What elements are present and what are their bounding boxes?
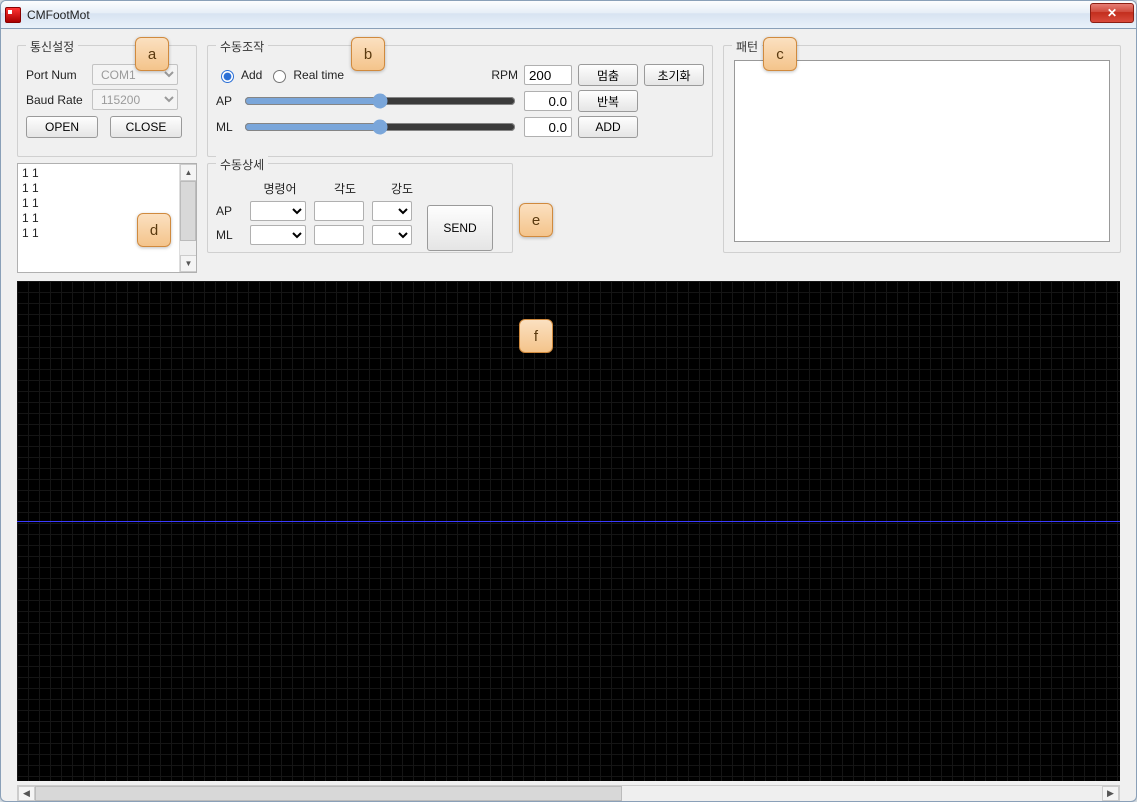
ml-value[interactable]: [524, 117, 572, 137]
open-button[interactable]: OPEN: [26, 116, 98, 138]
stop-button[interactable]: 멈춤: [578, 64, 638, 86]
baud-label: Baud Rate: [26, 93, 86, 107]
ap-cmd-combo[interactable]: [250, 201, 306, 221]
group-pattern: 패턴: [723, 45, 1121, 253]
ml-strength-combo[interactable]: [372, 225, 412, 245]
mode-realtime-radio[interactable]: [273, 70, 286, 83]
detail-ap-label: AP: [216, 204, 242, 218]
group-comm-settings: 통신설정 Port Num COM1 Baud Rate 115200 OPEN…: [17, 45, 197, 157]
reset-button[interactable]: 초기화: [644, 64, 704, 86]
scroll-thumb[interactable]: [180, 181, 196, 241]
mode-add-radio[interactable]: [221, 70, 234, 83]
close-button[interactable]: CLOSE: [110, 116, 182, 138]
ml-slider-label: ML: [216, 120, 236, 134]
hdr-cmd: 명령어: [252, 180, 308, 197]
hdr-angle: 각도: [320, 180, 370, 197]
detail-legend: 수동상세: [216, 156, 268, 173]
comm-legend: 통신설정: [26, 38, 78, 55]
graph-area[interactable]: [17, 281, 1120, 781]
client-area: 통신설정 Port Num COM1 Baud Rate 115200 OPEN…: [7, 35, 1130, 795]
hscroll-track[interactable]: [35, 786, 1102, 801]
repeat-button[interactable]: 반복: [578, 90, 638, 112]
titlebar: CMFootMot ✕: [1, 1, 1136, 29]
rpm-label: RPM: [491, 68, 518, 82]
window-title: CMFootMot: [27, 8, 90, 22]
hdr-strength: 강도: [382, 180, 422, 197]
scroll-down-icon[interactable]: ▼: [180, 255, 197, 272]
port-label: Port Num: [26, 68, 86, 82]
ap-value[interactable]: [524, 91, 572, 111]
add-button[interactable]: ADD: [578, 116, 638, 138]
ml-slider[interactable]: [244, 119, 516, 135]
graph-hscrollbar[interactable]: ◀ ▶: [17, 785, 1120, 802]
mode-realtime-label: Real time: [293, 68, 344, 82]
close-icon: ✕: [1107, 6, 1117, 20]
hscroll-left-icon[interactable]: ◀: [18, 786, 35, 801]
log-items: 1 1 1 1 1 1 1 1 1 1: [22, 166, 178, 241]
ap-strength-combo[interactable]: [372, 201, 412, 221]
scroll-up-icon[interactable]: ▲: [180, 164, 197, 181]
port-combo[interactable]: COM1: [92, 64, 178, 85]
detail-ml-label: ML: [216, 228, 242, 242]
manual-legend: 수동조작: [216, 38, 268, 55]
app-window: CMFootMot ✕ 통신설정 Port Num COM1 Baud Rate…: [0, 0, 1137, 802]
hscroll-right-icon[interactable]: ▶: [1102, 786, 1119, 801]
pattern-canvas[interactable]: [734, 60, 1110, 242]
ap-angle-input[interactable]: [314, 201, 364, 221]
ml-cmd-combo[interactable]: [250, 225, 306, 245]
send-button[interactable]: SEND: [427, 205, 493, 251]
window-close-button[interactable]: ✕: [1090, 3, 1134, 23]
hscroll-thumb[interactable]: [35, 786, 622, 801]
rpm-input[interactable]: [524, 65, 572, 85]
pattern-legend: 패턴: [732, 38, 762, 55]
ap-slider-label: AP: [216, 94, 236, 108]
ml-angle-input[interactable]: [314, 225, 364, 245]
baud-combo[interactable]: 115200: [92, 89, 178, 110]
marker-e: e: [519, 203, 553, 237]
graph-baseline: [17, 521, 1120, 522]
log-listbox[interactable]: 1 1 1 1 1 1 1 1 1 1 ▲ ▼: [17, 163, 197, 273]
app-icon: [5, 7, 21, 23]
ap-slider[interactable]: [244, 93, 516, 109]
group-manual-control: 수동조작 Add Real time RPM 멈춤 초기화 AP: [207, 45, 713, 157]
listbox-scrollbar[interactable]: ▲ ▼: [179, 164, 196, 272]
mode-add-label: Add: [241, 68, 262, 82]
